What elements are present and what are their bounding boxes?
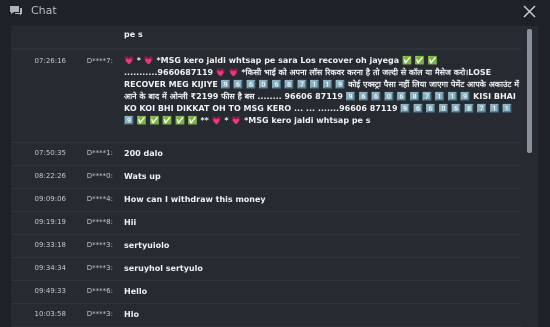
message-text: Hii (124, 218, 137, 227)
scrollbar[interactable] (527, 26, 532, 327)
message-row: 09:19:19 D****8: Hii (11, 212, 521, 235)
message-user: D****3: (86, 241, 113, 249)
message-text: Wats up (124, 172, 161, 181)
close-icon[interactable] (521, 3, 538, 20)
message-text: Hlo (124, 310, 139, 319)
message-text: Hello (124, 287, 148, 296)
message-user: D****8: (86, 218, 113, 226)
message-text: seruyhol sertyulo (124, 264, 203, 273)
chat-window: Chat pe s 07:26:16 D****7: 💗 * 💗 *MSG ke… (0, 0, 550, 327)
message-text: sertyuiolo (124, 241, 170, 250)
message-text: pe s (124, 30, 143, 39)
message-text: 💗 * 💗 *MSG kero jaldi whtsap pe sara Los… (124, 56, 520, 125)
message-time: 09:19:19 (34, 218, 66, 226)
message-time: 08:22:26 (34, 172, 66, 180)
message-row: 09:34:34 D****3: seruyhol sertyulo (11, 258, 521, 281)
message-user: D****1: (86, 149, 113, 157)
message-time: 09:49:33 (34, 287, 66, 295)
message-user: D****0: (86, 172, 113, 180)
message-text: How can I withdraw this money (124, 195, 266, 204)
message-row: 07:50:35 D****1: 200 dalo (11, 143, 521, 166)
message-user: D****3: (86, 310, 113, 318)
title-bar: Chat (0, 0, 550, 24)
message-row: 10:03:58 D****3: Hlo (11, 304, 521, 327)
window-title: Chat (31, 4, 57, 17)
message-time: 09:09:06 (34, 195, 66, 203)
message-time: 07:26:16 (34, 57, 66, 65)
chat-icon (10, 6, 22, 16)
message-time: 10:03:58 (34, 310, 66, 318)
message-row: 09:09:06 D****4: How can I withdraw this… (11, 189, 521, 212)
message-text: 200 dalo (124, 149, 163, 158)
message-user: D****7: (86, 57, 113, 65)
message-list: pe s 07:26:16 D****7: 💗 * 💗 *MSG kero ja… (11, 26, 521, 327)
message-user: D****4: (86, 195, 113, 203)
message-row: pe s (11, 26, 521, 49)
message-row: 09:33:18 D****3: sertyuiolo (11, 235, 521, 258)
message-time: 07:50:35 (34, 149, 66, 157)
message-row: 08:22:26 D****0: Wats up (11, 166, 521, 189)
message-user: D****3: (86, 264, 113, 272)
message-row: 07:26:16 D****7: 💗 * 💗 *MSG kero jaldi w… (11, 49, 521, 143)
message-list-panel[interactable]: pe s 07:26:16 D****7: 💗 * 💗 *MSG kero ja… (11, 26, 538, 327)
message-user: D****6: (86, 287, 113, 295)
scrollbar-thumb[interactable] (527, 29, 532, 153)
message-time: 09:33:18 (34, 241, 66, 249)
message-row: 09:49:33 D****6: Hello (11, 281, 521, 304)
message-time: 09:34:34 (34, 264, 66, 272)
